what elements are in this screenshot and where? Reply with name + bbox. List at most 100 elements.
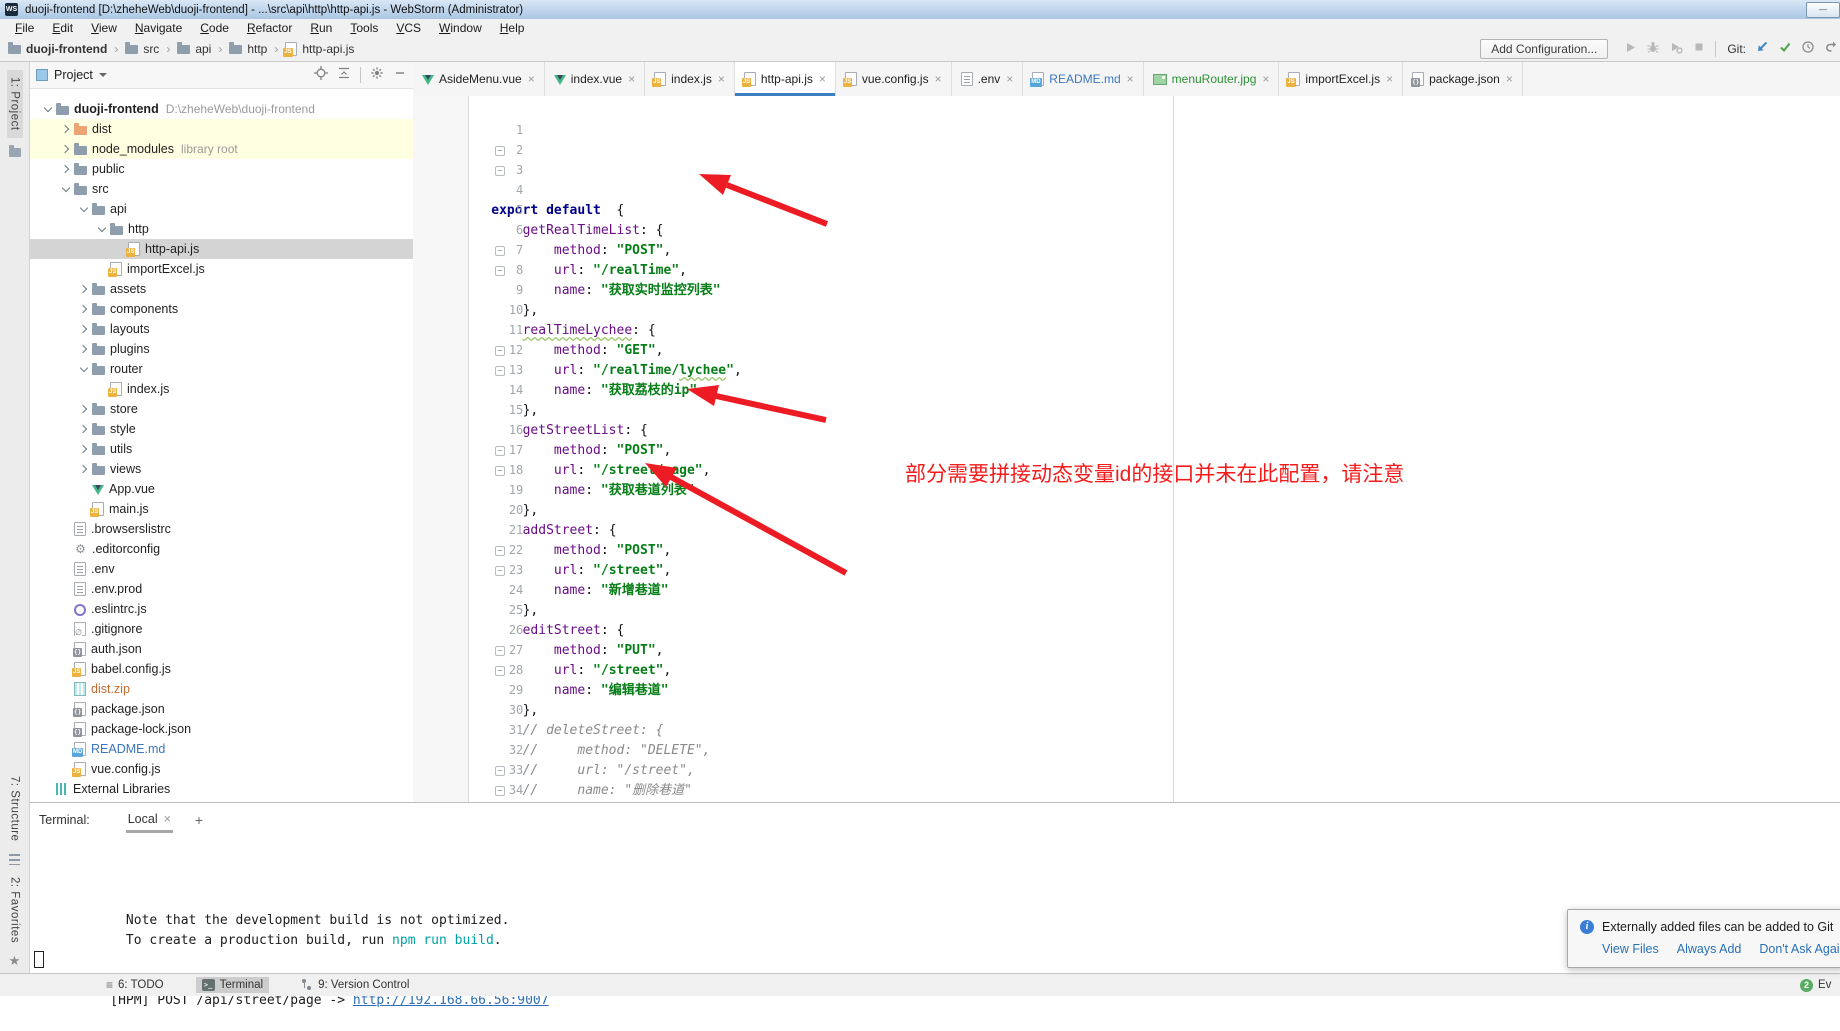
tree-chevron-icon[interactable] [78,203,92,215]
close-tab-icon[interactable] [528,72,535,86]
editor-tab[interactable]: http-api.js [735,62,836,96]
breadcrumb-item[interactable]: src [107,42,159,56]
code-area[interactable]: 1 export default { 2 getRealTimeList: { [413,96,1840,802]
git-commit-icon[interactable] [1778,40,1792,57]
hide-panel-icon[interactable] [393,66,407,85]
tree-row[interactable]: dist.zip [30,679,413,699]
editor-tab[interactable]: menuRouter.jpg [1144,62,1280,96]
tree-row[interactable]: assets [30,279,413,299]
tree-row[interactable]: components [30,299,413,319]
tree-chevron-icon[interactable] [78,343,92,355]
tree-row[interactable]: .env [30,559,413,579]
tree-row[interactable]: babel.config.js [30,659,413,679]
code-line[interactable]: 16 }, [413,400,1840,420]
tool-window-project-button[interactable]: 1: Project [7,70,23,138]
tree-row[interactable]: duoji-frontend D:\zheheWeb\duoji-fronten… [30,99,413,119]
tree-row[interactable]: importExcel.js [30,259,413,279]
history-icon[interactable] [1801,40,1815,57]
code-line[interactable]: 1 export default { [413,100,1840,120]
menu-item[interactable]: Tools [341,21,387,35]
tree-row[interactable]: vue.config.js [30,759,413,779]
locate-file-icon[interactable] [314,66,328,85]
breadcrumb-item[interactable]: api [159,42,211,56]
tree-row[interactable]: node_modules library root [30,139,413,159]
code-line[interactable]: 3 method: "POST", [413,140,1840,160]
tree-row[interactable]: package.json [30,699,413,719]
tree-row[interactable]: layouts [30,319,413,339]
tree-row[interactable]: utils [30,439,413,459]
tree-row[interactable]: api [30,199,413,219]
close-tab-icon[interactable] [628,72,635,86]
tree-row[interactable]: http-api.js [30,239,413,259]
close-tab-icon[interactable] [1262,72,1269,86]
tree-chevron-icon[interactable] [78,403,92,415]
new-terminal-icon[interactable] [195,812,203,828]
tree-row[interactable]: store [30,399,413,419]
tree-chevron-icon[interactable] [60,563,74,575]
menu-item[interactable]: View [82,21,126,35]
close-tab-icon[interactable] [819,72,826,86]
stop-icon[interactable] [1692,40,1706,57]
revert-icon[interactable] [1824,40,1838,57]
status-bar-button[interactable]: 9: Version Control [295,977,415,993]
project-view-selector[interactable]: Project [36,68,107,82]
tree-chevron-icon[interactable] [78,303,92,315]
tree-chevron-icon[interactable] [96,223,110,235]
notification-action-link[interactable]: Always Add [1677,942,1742,956]
tree-row[interactable]: views [30,459,413,479]
tree-row[interactable]: auth.json [30,639,413,659]
notification-action-link[interactable]: Don't Ask Again [1759,942,1840,956]
tree-chevron-icon[interactable] [78,463,92,475]
run-icon[interactable] [1623,40,1637,57]
editor-tab[interactable]: index.js [645,62,735,96]
tree-row[interactable]: .browserslistrc [30,519,413,539]
close-tab-icon[interactable] [1006,72,1013,86]
tree-row[interactable]: .eslintrc.js [30,599,413,619]
menu-item[interactable]: Code [191,21,238,35]
tree-row[interactable]: src [30,179,413,199]
tool-window-structure-button[interactable]: 7: Structure [9,776,21,841]
tree-chevron-icon[interactable] [60,723,74,735]
tree-chevron-icon[interactable] [42,783,56,795]
menu-item[interactable]: Window [430,21,491,35]
tree-row[interactable]: index.js [30,379,413,399]
gear-icon[interactable] [370,66,384,85]
tree-row[interactable]: main.js [30,499,413,519]
breadcrumb-item[interactable]: duoji-frontend [8,42,107,56]
tree-chevron-icon[interactable] [60,523,74,535]
tree-chevron-icon[interactable] [60,643,74,655]
menu-item[interactable]: Run [301,21,341,35]
debug-icon[interactable] [1646,40,1660,57]
tree-row[interactable]: App.vue [30,479,413,499]
tree-chevron-icon[interactable] [78,423,92,435]
menu-item[interactable]: File [6,21,43,35]
project-stripe-folder-icon[interactable] [9,148,21,157]
tree-chevron-icon[interactable] [78,283,92,295]
close-tab-icon[interactable] [1386,72,1393,86]
menu-item[interactable]: Help [491,21,534,35]
code-line[interactable]: 31 // }, [413,700,1840,720]
editor-tab[interactable]: AsideMenu.vue [413,62,545,96]
tree-row[interactable]: dist [30,119,413,139]
favorites-star-icon[interactable]: ★ [9,955,21,967]
event-log-icon[interactable] [1800,979,1813,992]
tree-row[interactable]: README.md [30,739,413,759]
tree-chevron-icon[interactable] [60,183,74,195]
tree-chevron-icon[interactable] [60,603,74,615]
tree-chevron-icon[interactable] [60,163,74,175]
code-line[interactable]: 27 // deleteStreet: { [413,620,1840,640]
tree-chevron-icon[interactable] [60,543,74,555]
menu-item[interactable]: VCS [387,21,430,35]
terminal-tab-local[interactable]: Local [126,808,173,833]
collapse-all-icon[interactable] [337,66,351,85]
close-tab-icon[interactable] [718,72,725,86]
tree-row[interactable]: .gitignore [30,619,413,639]
tool-window-favorites-button[interactable]: 2: Favorites [9,877,21,943]
tree-chevron-icon[interactable] [78,443,92,455]
tree-chevron-icon[interactable] [78,323,92,335]
code-line[interactable]: 2 getRealTimeList: { [413,120,1840,140]
breadcrumb-item[interactable]: http-api.js [267,42,354,56]
tree-row[interactable]: package-lock.json [30,719,413,739]
minimize-button[interactable] [1806,2,1840,18]
event-log-label[interactable]: Ev [1818,979,1831,991]
